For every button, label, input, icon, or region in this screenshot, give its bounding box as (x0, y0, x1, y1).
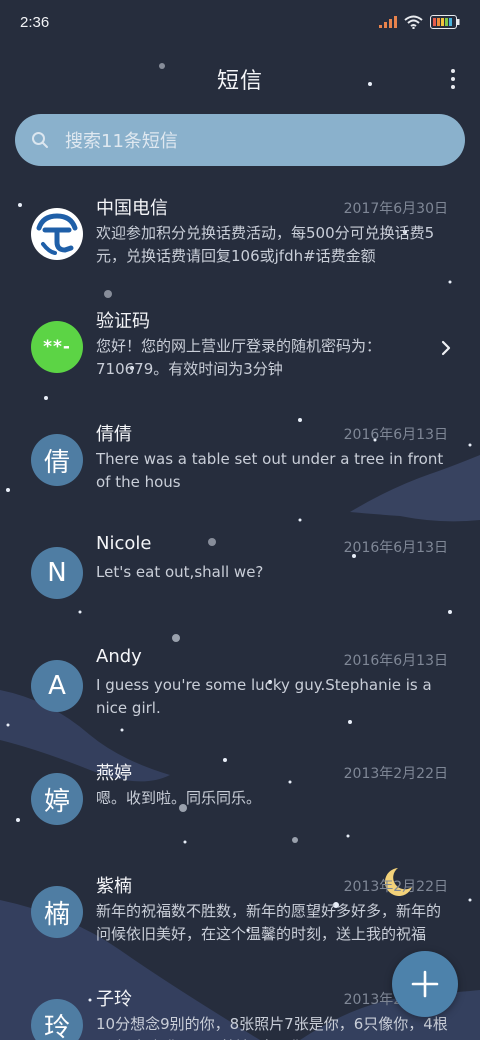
conversation-item[interactable]: N Nicole 2016年6月13日 Let's eat out,shall … (0, 527, 480, 640)
avatar: 楠 (31, 886, 83, 938)
wifi-icon (404, 15, 423, 29)
avatar: 玲 (31, 999, 83, 1040)
avatar (31, 208, 83, 260)
avatar: **- (31, 321, 83, 373)
message-date: 2013年2月22日 (343, 766, 448, 782)
conversation-item[interactable]: 婷 燕婷 2013年2月22日 嗯。收到啦。同乐同乐。 (0, 753, 480, 866)
app-bar: 短信 (0, 44, 480, 114)
china-telecom-logo-icon (36, 213, 78, 255)
avatar: 倩 (31, 434, 83, 486)
message-preview: There was a table set out under a tree i… (96, 450, 444, 491)
message-preview: 您好！您的网上营业厅登录的随机密码为：710679。有效时间为3分钟 (96, 337, 382, 378)
message-preview: I guess you're some lucky guy.Stephanie … (96, 676, 432, 717)
conversation-item[interactable]: A Andy 2016年6月13日 I guess you're some lu… (0, 640, 480, 753)
message-date: 2016年6月13日 (343, 427, 448, 443)
search-input[interactable]: 搜索11条短信 (15, 114, 465, 166)
contact-name: 子玲 (96, 989, 132, 1010)
message-preview: 嗯。收到啦。同乐同乐。 (96, 789, 262, 807)
message-preview: Let's eat out,shall we? (96, 563, 264, 581)
contact-name: Andy (96, 646, 142, 667)
status-bar: 2:36 (0, 0, 480, 44)
message-preview: 10分想念9别的你，8张照片7张是你，6只像你，4根骨头3根归你，2爪着地1定是… (96, 1015, 448, 1040)
compose-button[interactable] (392, 951, 458, 1017)
message-preview: 欢迎参加积分兑换话费活动，每500分可兑换话费5元，兑换话费请回复106或jfd… (96, 224, 435, 265)
page-title: 短信 (216, 69, 263, 94)
signal-icon (379, 16, 397, 28)
conversation-item[interactable]: 倩 倩倩 2016年6月13日 There was a table set ou… (0, 414, 480, 527)
message-preview: 新年的祝福数不胜数，新年的愿望好多好多，新年的问候依旧美好，在这个温馨的时刻，送… (96, 902, 442, 943)
plus-icon (411, 970, 439, 998)
conversation-item[interactable]: **- 验证码 您好！您的网上营业厅登录的随机密码为：710679。有效时间为3… (0, 301, 480, 414)
chevron-right-icon[interactable] (440, 339, 452, 357)
conversation-list: 中国电信 2017年6月30日 欢迎参加积分兑换话费活动，每500分可兑换话费5… (0, 188, 480, 1040)
message-date: 2016年6月13日 (343, 540, 448, 556)
avatar: 婷 (31, 773, 83, 825)
search-icon (32, 132, 48, 148)
status-time: 2:36 (20, 13, 50, 31)
contact-name: 燕婷 (96, 763, 132, 784)
message-date: 2013年2月22日 (343, 879, 448, 895)
contact-name: 中国电信 (96, 198, 168, 219)
message-date: 2016年6月13日 (343, 653, 448, 669)
avatar: A (31, 660, 83, 712)
contact-name: 验证码 (96, 311, 150, 332)
more-options-icon[interactable] (446, 66, 460, 92)
message-date: 2017年6月30日 (343, 201, 448, 217)
contact-name: 紫楠 (96, 876, 132, 897)
avatar: N (31, 547, 83, 599)
battery-icon (430, 15, 460, 29)
status-icons (379, 15, 460, 29)
search-placeholder: 搜索11条短信 (65, 131, 178, 152)
conversation-item[interactable]: 中国电信 2017年6月30日 欢迎参加积分兑换话费活动，每500分可兑换话费5… (0, 188, 480, 301)
contact-name: Nicole (96, 533, 152, 554)
contact-name: 倩倩 (96, 424, 132, 445)
